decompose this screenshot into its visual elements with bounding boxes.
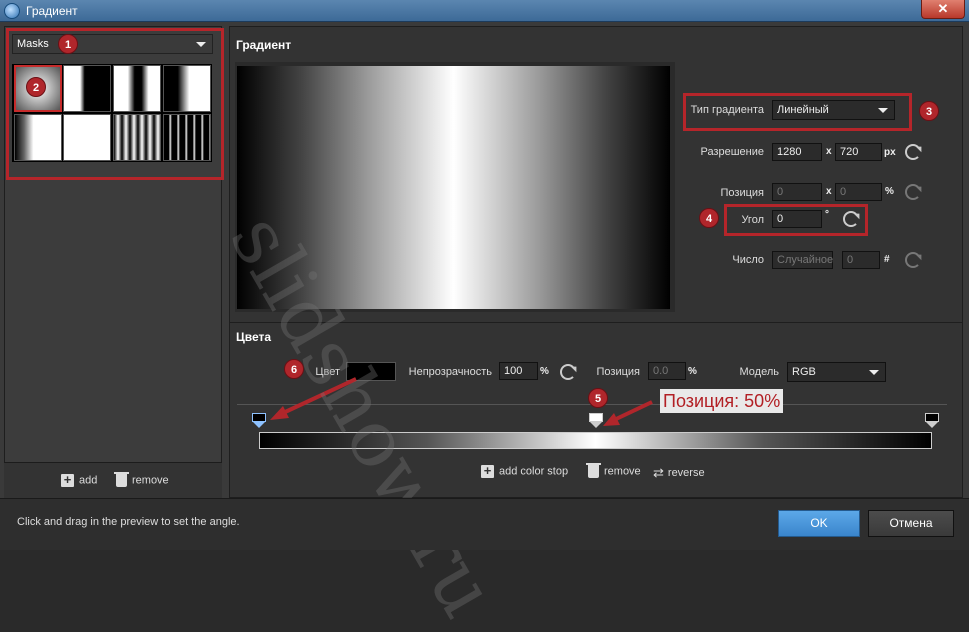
annotation-badge-5: 5 — [588, 388, 608, 408]
annotation-box-3 — [683, 93, 912, 131]
color-model-dropdown[interactable]: RGB — [787, 362, 886, 382]
resolution-label: Разрешение — [700, 146, 764, 158]
position-y-input[interactable]: 0 — [835, 183, 882, 201]
add-mask-button[interactable]: + add — [61, 473, 98, 487]
plus-icon: + — [61, 473, 74, 487]
reverse-icon: ⇄ — [653, 465, 664, 480]
resolution-width-input[interactable]: 1280 — [772, 143, 822, 161]
add-color-stop-button[interactable]: + add color stop — [481, 464, 569, 478]
position-x-sep: x — [826, 186, 832, 197]
trash-icon — [114, 472, 129, 487]
stop-position-label: Позиция — [596, 366, 641, 378]
resolution-unit: px — [884, 147, 896, 158]
reverse-button[interactable]: ⇄ reverse — [653, 465, 705, 481]
add-color-stop-label: add color stop — [499, 465, 569, 478]
opacity-input[interactable]: 100 — [499, 362, 538, 380]
stop-position-input[interactable]: 0.0 — [648, 362, 686, 380]
plus-icon: + — [481, 464, 494, 478]
footer-hint: Click and drag in the preview to set the… — [17, 516, 240, 528]
position-unit: % — [885, 186, 894, 197]
ok-button[interactable]: OK — [778, 510, 860, 537]
reset-seed-icon[interactable] — [905, 252, 921, 268]
position-label: Позиция — [720, 187, 765, 199]
annotation-badge-4: 4 — [699, 208, 719, 228]
window-title: Градиент — [26, 4, 78, 18]
title-bar: Градиент ✕ — [0, 0, 969, 22]
app-logo-icon — [4, 3, 20, 19]
cancel-button[interactable]: Отмена — [868, 510, 954, 537]
dialog-footer: Click and drag in the preview to set the… — [0, 498, 969, 550]
remove-color-stop-button[interactable]: remove — [586, 463, 641, 478]
annotation-badge-2: 2 — [26, 77, 46, 97]
annotation-box-1 — [6, 28, 224, 180]
opacity-label: Непрозрачность — [408, 366, 492, 378]
remove-stop-label: remove — [604, 465, 641, 478]
color-stop-start[interactable] — [252, 413, 266, 428]
chevron-down-icon — [869, 370, 879, 375]
reset-resolution-icon[interactable] — [905, 144, 921, 160]
masks-footer: + add remove — [4, 462, 222, 498]
position-x-input[interactable]: 0 — [772, 183, 822, 201]
color-stop-end[interactable] — [925, 413, 939, 428]
seed-unit: # — [884, 254, 890, 265]
seed-label: Число — [732, 254, 764, 266]
remove-mask-button[interactable]: remove — [114, 472, 169, 487]
color-stop-middle[interactable] — [589, 413, 603, 428]
reset-position-icon[interactable] — [905, 184, 921, 200]
resolution-height-input[interactable]: 720 — [835, 143, 882, 161]
reverse-label: reverse — [667, 466, 705, 479]
annotation-badge-1: 1 — [58, 34, 78, 54]
opacity-unit: % — [540, 366, 549, 377]
gradient-section-title: Градиент — [236, 38, 292, 52]
annotation-badge-3: 3 — [919, 101, 939, 121]
position-callout: Позиция: 50% — [660, 389, 784, 413]
reset-opacity-icon[interactable] — [560, 364, 576, 380]
seed-input[interactable]: 0 — [842, 251, 880, 269]
model-label: Модель — [739, 366, 779, 378]
add-label: add — [79, 474, 98, 487]
color-model-value: RGB — [792, 366, 816, 378]
resolution-x-label: x — [826, 146, 832, 157]
remove-label: remove — [132, 474, 169, 487]
trash-icon — [586, 463, 601, 478]
seed-random-button[interactable]: Случайное — [772, 251, 833, 269]
stop-position-unit: % — [688, 366, 697, 377]
close-button[interactable]: ✕ — [921, 0, 965, 19]
annotation-box-4 — [724, 204, 868, 236]
